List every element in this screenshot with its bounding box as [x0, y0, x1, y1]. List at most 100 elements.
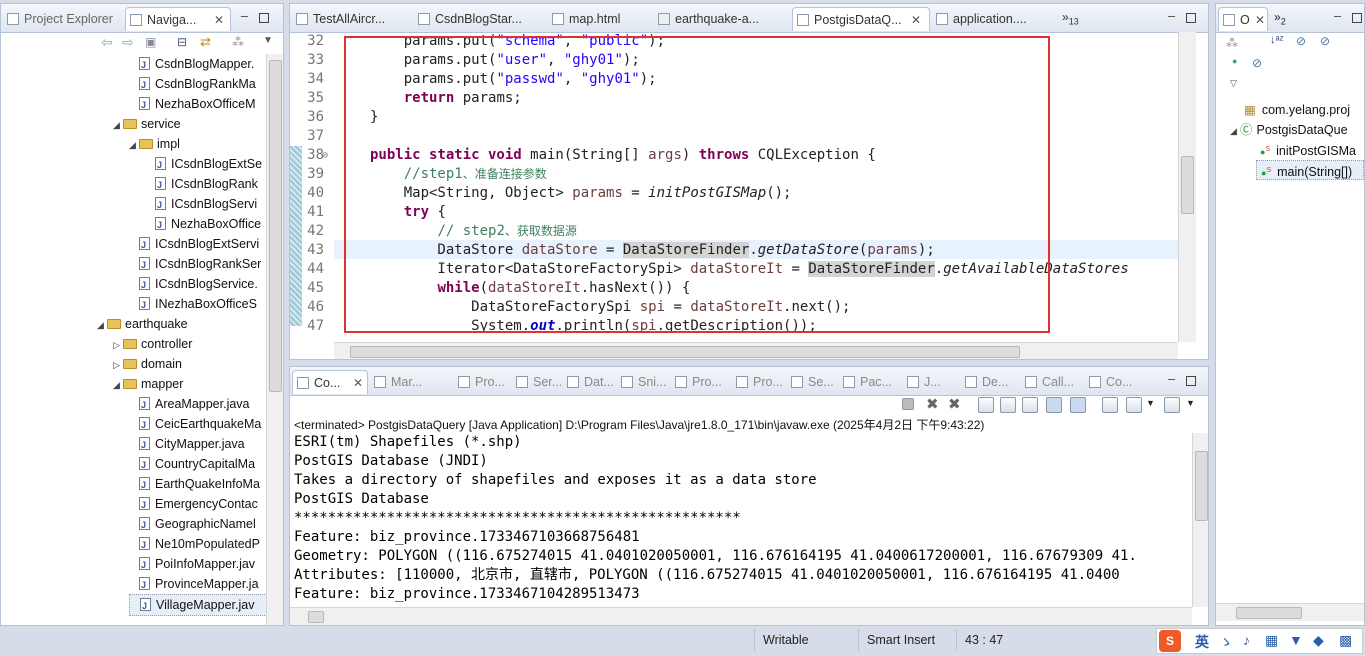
chevron-down-icon[interactable]: ◢	[113, 375, 123, 395]
hide-nonpublic-icon[interactable]: ●	[1232, 56, 1237, 66]
up-folder-icon[interactable]: ▣	[145, 35, 156, 49]
tree-file[interactable]: PoiInfoMapper.jav	[129, 554, 255, 575]
minimize-icon[interactable]: –	[1166, 372, 1177, 385]
close-icon[interactable]: ✕	[911, 8, 921, 31]
tree-file[interactable]: ICsdnBlogExtSe	[145, 154, 262, 175]
close-icon[interactable]: ✕	[353, 371, 363, 394]
console-scrollbar-thumb[interactable]	[1195, 451, 1208, 521]
console-horizontal-scrollbar[interactable]	[290, 607, 1192, 625]
tree-folder[interactable]: ◢ mapper	[113, 374, 183, 394]
tree-file[interactable]: CountryCapitalMa	[129, 454, 255, 475]
status-insert-mode[interactable]: Smart Insert	[867, 629, 935, 651]
chevron-down-icon[interactable]: ◢	[129, 135, 139, 155]
console-tab[interactable]: Se...	[787, 370, 843, 394]
display-console-icon[interactable]	[1126, 397, 1142, 413]
tree-file[interactable]: VillageMapper.jav	[129, 594, 271, 616]
tree-folder[interactable]: ◢ earthquake	[97, 314, 188, 334]
tab-postgisdataquery[interactable]: PostgisDataQ... ✕	[792, 7, 930, 31]
show-stderr-icon[interactable]	[1070, 397, 1086, 413]
chevron-right-icon[interactable]: ▷	[113, 335, 123, 355]
console-vertical-scrollbar[interactable]	[1192, 433, 1208, 607]
outline-item-method-selected[interactable]: ●S main(String[])	[1256, 160, 1364, 180]
tree-file[interactable]: ICsdnBlogServi	[145, 194, 257, 215]
tree-file[interactable]: GeographicNamel	[129, 514, 256, 535]
tree-file[interactable]: CsdnBlogMapper.	[129, 54, 254, 75]
maximize-icon[interactable]	[259, 13, 269, 23]
console-tab[interactable]: Dat...	[563, 370, 619, 394]
editor-hscroll-thumb[interactable]	[350, 346, 1020, 358]
show-stdout-icon[interactable]	[1046, 397, 1062, 413]
console-tab[interactable]: Sni...	[617, 370, 673, 394]
console-tab[interactable]: Ser...	[512, 370, 568, 394]
filter-icon[interactable]: ⁂	[232, 35, 244, 49]
tree-file[interactable]: CityMapper.java	[129, 434, 245, 455]
maximize-icon[interactable]	[1186, 376, 1196, 386]
collapse-all-icon[interactable]: ⊟	[177, 35, 187, 49]
tree-scrollbar[interactable]	[266, 54, 283, 625]
clear-console-icon[interactable]	[978, 397, 994, 413]
minimize-icon[interactable]: –	[1166, 9, 1177, 22]
sogou-logo-icon[interactable]: S	[1159, 630, 1181, 652]
forward-arrow-icon[interactable]: ⇨	[122, 34, 134, 51]
tree-folder[interactable]: ◢ impl	[129, 134, 180, 154]
microphone-icon[interactable]: ♪	[1243, 632, 1250, 648]
tab-navigator[interactable]: Naviga... ✕	[125, 7, 231, 31]
maximize-icon[interactable]	[1352, 13, 1362, 23]
new-console-icon[interactable]	[1164, 397, 1180, 413]
tab-project-explorer[interactable]: Project Explorer	[3, 7, 123, 31]
tree-file[interactable]: EmergencyContac	[129, 494, 258, 515]
outline-item-method[interactable]: ●S initPostGISMa	[1260, 140, 1356, 160]
fold-icon[interactable]: ⊖	[322, 146, 328, 165]
tree-file[interactable]: Ne10mPopulatedP	[129, 534, 260, 555]
remove-launch-icon[interactable]: ✖	[926, 395, 939, 413]
tree-file[interactable]: ICsdnBlogExtServi	[129, 234, 259, 255]
tree-file[interactable]: AreaMapper.java	[129, 394, 250, 415]
menu-grid-icon[interactable]: ▩	[1339, 632, 1352, 649]
outline-item-class[interactable]: ◢ Ⓒ PostgisDataQue	[1230, 120, 1348, 140]
tree-file[interactable]: ICsdnBlogRank	[145, 174, 258, 195]
minimize-icon[interactable]: –	[1332, 9, 1343, 22]
view-menu-icon[interactable]: ▽	[1230, 78, 1237, 89]
tab-csdnblogstar[interactable]: CsdnBlogStar...	[414, 7, 546, 31]
collapse-icon[interactable]: ⁂	[1226, 36, 1238, 50]
tree-file[interactable]: INezhaBoxOfficeS	[129, 294, 257, 315]
minimize-icon[interactable]: –	[239, 9, 250, 22]
outline-item-package[interactable]: ▦ com.yelang.proj	[1244, 100, 1350, 120]
tree-file[interactable]: ProvinceMapper.ja	[129, 574, 259, 595]
editor-horizontal-scrollbar[interactable]	[334, 342, 1178, 359]
console-tab[interactable]: Pro...	[454, 370, 510, 394]
chevron-down-icon[interactable]: ▼	[1146, 398, 1155, 408]
console-tab[interactable]: J...	[903, 370, 959, 394]
console-tab[interactable]: Pro...	[671, 370, 727, 394]
tree-file[interactable]: NezhaBoxOffice	[145, 214, 261, 235]
link-editor-icon[interactable]: ⇄	[200, 34, 211, 50]
tab-earthquake[interactable]: earthquake-a...	[654, 7, 790, 31]
word-wrap-icon[interactable]	[1022, 397, 1038, 413]
editor-vertical-scrollbar[interactable]	[1178, 32, 1196, 342]
chevron-down-icon[interactable]: ◢	[97, 315, 107, 335]
terminate-icon[interactable]	[902, 398, 914, 410]
tab-application[interactable]: application....	[932, 7, 1062, 31]
back-arrow-icon[interactable]: ⇦	[101, 34, 113, 51]
console-tab[interactable]: Pac...	[839, 370, 895, 394]
outline-hscroll-thumb[interactable]	[1236, 607, 1302, 619]
console-tab[interactable]: Co...	[1085, 370, 1141, 394]
keyboard-icon[interactable]: ▦	[1265, 632, 1278, 649]
punctuation-icon[interactable]: ゝ	[1219, 632, 1233, 652]
close-icon[interactable]: ✕	[214, 8, 224, 31]
chevron-down-icon[interactable]: ◢	[1230, 121, 1240, 141]
chevron-right-icon[interactable]: ▷	[113, 355, 123, 375]
skin-icon[interactable]: ▼	[1289, 632, 1303, 648]
view-menu-icon[interactable]: ▼	[263, 35, 273, 46]
chevron-down-icon[interactable]: ◢	[113, 115, 123, 135]
close-icon[interactable]: ✕	[1255, 8, 1265, 31]
tree-file[interactable]: NezhaBoxOfficeM	[129, 94, 256, 115]
tree-folder[interactable]: ▷ controller	[113, 334, 192, 354]
sort-icon[interactable]: ↓ᵃᶻ	[1270, 34, 1284, 46]
scroll-lock-icon[interactable]	[1000, 397, 1016, 413]
hide-static-icon[interactable]: ⊘	[1320, 34, 1330, 48]
tree-file[interactable]: ICsdnBlogService.	[129, 274, 258, 295]
maximize-icon[interactable]	[1186, 13, 1196, 23]
console-tab[interactable]: Mar...	[370, 370, 426, 394]
console-hscroll-thumb[interactable]	[308, 611, 324, 623]
